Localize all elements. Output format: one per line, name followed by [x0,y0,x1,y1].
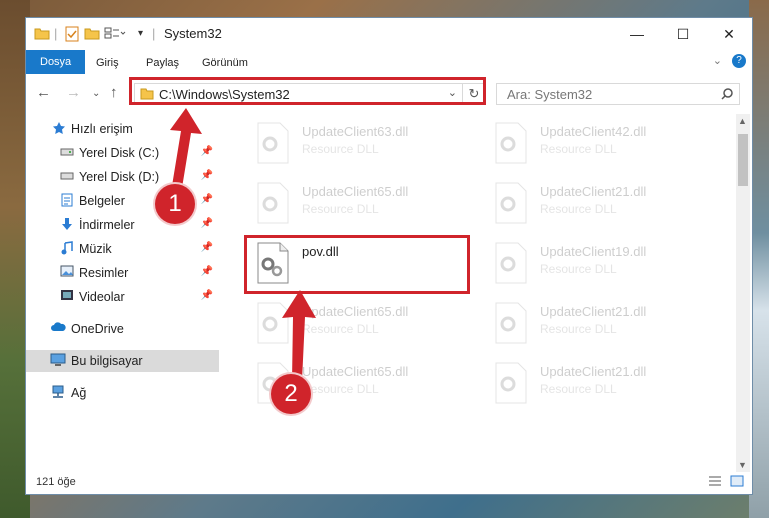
pin-icon[interactable]: 📌 [201,266,213,277]
details-view-icon[interactable] [708,475,722,490]
view-options-icon[interactable] [104,26,126,42]
sidebar-item-onedrive[interactable]: OneDrive [26,318,219,340]
sidebar-item-videos[interactable]: Videolar 📌 [26,286,219,308]
separator: | [152,26,156,41]
large-icons-view-icon[interactable] [730,475,744,490]
search-box[interactable]: Ara: System32 [496,83,740,105]
title-bar: | ▾ | System32 — ☐ ✕ [26,18,752,50]
file-description: Resource DLL [540,262,617,276]
status-bar: 121 öğe [26,470,752,494]
scroll-up-icon[interactable]: ▲ [738,116,747,126]
recent-locations-icon[interactable]: ⌄ [92,88,100,99]
file-name: UpdateClient21.dll [540,364,647,379]
download-icon [60,217,76,231]
file-description: Resource DLL [302,142,379,156]
new-folder-icon[interactable] [84,26,100,42]
file-description: Resource DLL [540,142,617,156]
search-placeholder: Ara: System32 [507,87,593,102]
sidebar-item-downloads[interactable]: İndirmeler 📌 [26,214,219,236]
sidebar-item-this-pc[interactable]: Bu bilgisayar [26,350,219,372]
file-item[interactable]: UpdateClient21.dll Resource DLL [480,356,710,406]
documents-icon [60,193,76,207]
folder-icon[interactable] [34,26,50,42]
dll-file-icon [494,242,528,284]
pin-icon[interactable]: 📌 [201,290,213,301]
file-name: UpdateClient21.dll [540,184,647,199]
file-name: UpdateClient19.dll [540,244,647,259]
music-icon [60,241,76,255]
up-arrow-icon[interactable]: ↑ [110,84,118,101]
tab-share[interactable]: Paylaş [138,53,187,73]
file-item[interactable]: UpdateClient21.dll Resource DLL [480,176,710,226]
computer-icon [50,353,66,367]
dll-file-icon [494,302,528,344]
scrollbar-thumb[interactable] [738,134,748,186]
file-item[interactable]: UpdateClient19.dll Resource DLL [480,236,710,286]
dll-file-icon [494,182,528,224]
step-1-badge: 1 [155,184,195,224]
close-button[interactable]: ✕ [706,18,752,50]
forward-arrow-icon[interactable]: → [66,84,81,101]
sidebar-item-pictures[interactable]: Resimler 📌 [26,262,219,284]
network-icon [50,385,66,399]
vertical-scrollbar[interactable]: ▲ ▼ [736,114,750,472]
file-description: Resource DLL [540,322,617,336]
file-name: UpdateClient65.dll [302,184,409,199]
customize-toolbar-icon[interactable]: ▾ [138,28,143,44]
scroll-down-icon[interactable]: ▼ [738,460,747,470]
pin-icon[interactable]: 📌 [201,242,213,253]
pictures-icon [60,265,76,279]
star-icon [52,121,68,135]
file-description: Resource DLL [302,202,379,216]
tab-view[interactable]: Görünüm [194,53,256,73]
separator: | [54,26,58,41]
window-title: System32 [164,26,222,41]
help-icon[interactable]: ? [732,54,746,68]
ribbon-tabs: Dosya Giriş Paylaş Görünüm ⌄ ? [26,50,752,74]
properties-icon[interactable] [64,26,80,42]
dll-file-icon [494,362,528,404]
item-count: 121 öğe [36,476,76,488]
file-description: Resource DLL [540,202,617,216]
file-name: UpdateClient21.dll [540,304,647,319]
cloud-icon [50,321,66,335]
file-item[interactable]: UpdateClient42.dll Resource DLL [480,116,710,166]
file-description: Resource DLL [540,382,617,396]
minimize-button[interactable]: — [614,18,660,50]
file-name: UpdateClient63.dll [302,124,409,139]
tab-file[interactable]: Dosya [26,50,86,74]
search-icon[interactable] [721,87,733,105]
file-item[interactable]: UpdateClient63.dll Resource DLL [242,116,472,166]
dll-file-icon [494,122,528,164]
expand-ribbon-icon[interactable]: ⌄ [713,54,722,67]
dll-file-icon [256,182,290,224]
pin-icon[interactable]: 📌 [201,218,213,229]
drive-icon [60,145,76,159]
sidebar-item-music[interactable]: Müzik 📌 [26,238,219,260]
tab-home[interactable]: Giriş [88,53,127,73]
file-item[interactable]: UpdateClient21.dll Resource DLL [480,296,710,346]
back-arrow-icon[interactable]: ← [36,84,51,101]
step-2-badge: 2 [271,374,311,414]
dll-file-icon [256,122,290,164]
video-icon [60,289,76,303]
file-name: UpdateClient42.dll [540,124,647,139]
sidebar-item-network[interactable]: Ağ [26,382,219,404]
maximize-button[interactable]: ☐ [660,18,706,50]
file-item[interactable]: UpdateClient65.dll Resource DLL [242,176,472,226]
drive-icon [60,169,76,183]
